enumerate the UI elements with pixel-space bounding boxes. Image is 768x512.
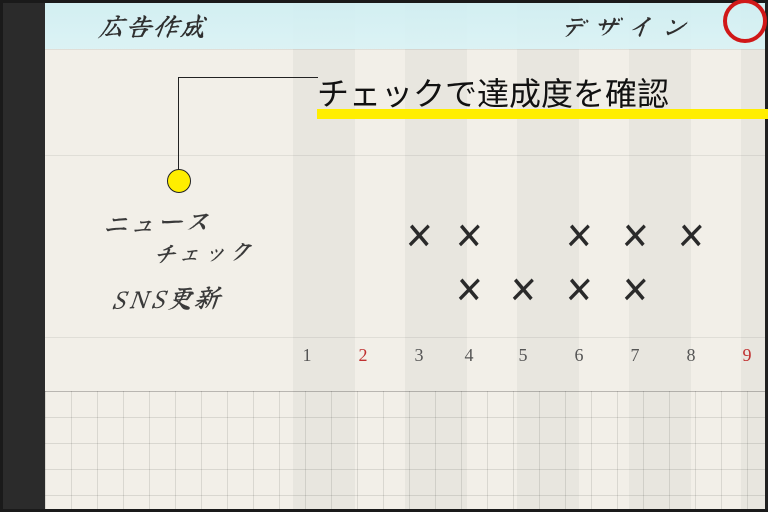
check-x-icon: ✕ [619,215,651,259]
page-frame: 広告作成 デザイン チェックで達成度を確認 ニュース チェック SNS更新 ✕✕… [0,0,768,512]
day-number: 4 [449,345,489,366]
task-label-news-line2: チェック [150,231,256,269]
day-number: 7 [615,345,655,366]
check-x-icon: ✕ [403,215,435,259]
day-number: 1 [287,345,327,366]
red-circle-mark [723,0,767,43]
notebook-spine [3,3,45,509]
day-number: 3 [399,345,439,366]
day-number: 2 [343,345,383,366]
day-number: 6 [559,345,599,366]
check-x-icon: ✕ [563,215,595,259]
bottom-grid [45,391,765,509]
day-number-row: 12345678910 [45,345,765,373]
check-x-icon: ✕ [563,269,595,313]
callout-leader-horizontal [178,77,318,78]
top-task-left: 広告作成 [96,7,209,44]
callout-dot-icon [167,169,191,193]
top-task-right: デザイン [556,7,697,44]
day-number: 9 [727,345,767,366]
check-x-icon: ✕ [507,269,539,313]
check-x-icon: ✕ [619,269,651,313]
day-number: 5 [503,345,543,366]
task-label-sns: SNS更新 [109,278,224,317]
callout-leader-vertical [178,77,179,177]
day-number: 8 [671,345,711,366]
check-x-icon: ✕ [453,269,485,313]
check-x-icon: ✕ [675,215,707,259]
notebook-page: 広告作成 デザイン チェックで達成度を確認 ニュース チェック SNS更新 ✕✕… [45,3,765,509]
callout-text: チェックで達成度を確認 [317,69,669,115]
check-x-icon: ✕ [453,215,485,259]
